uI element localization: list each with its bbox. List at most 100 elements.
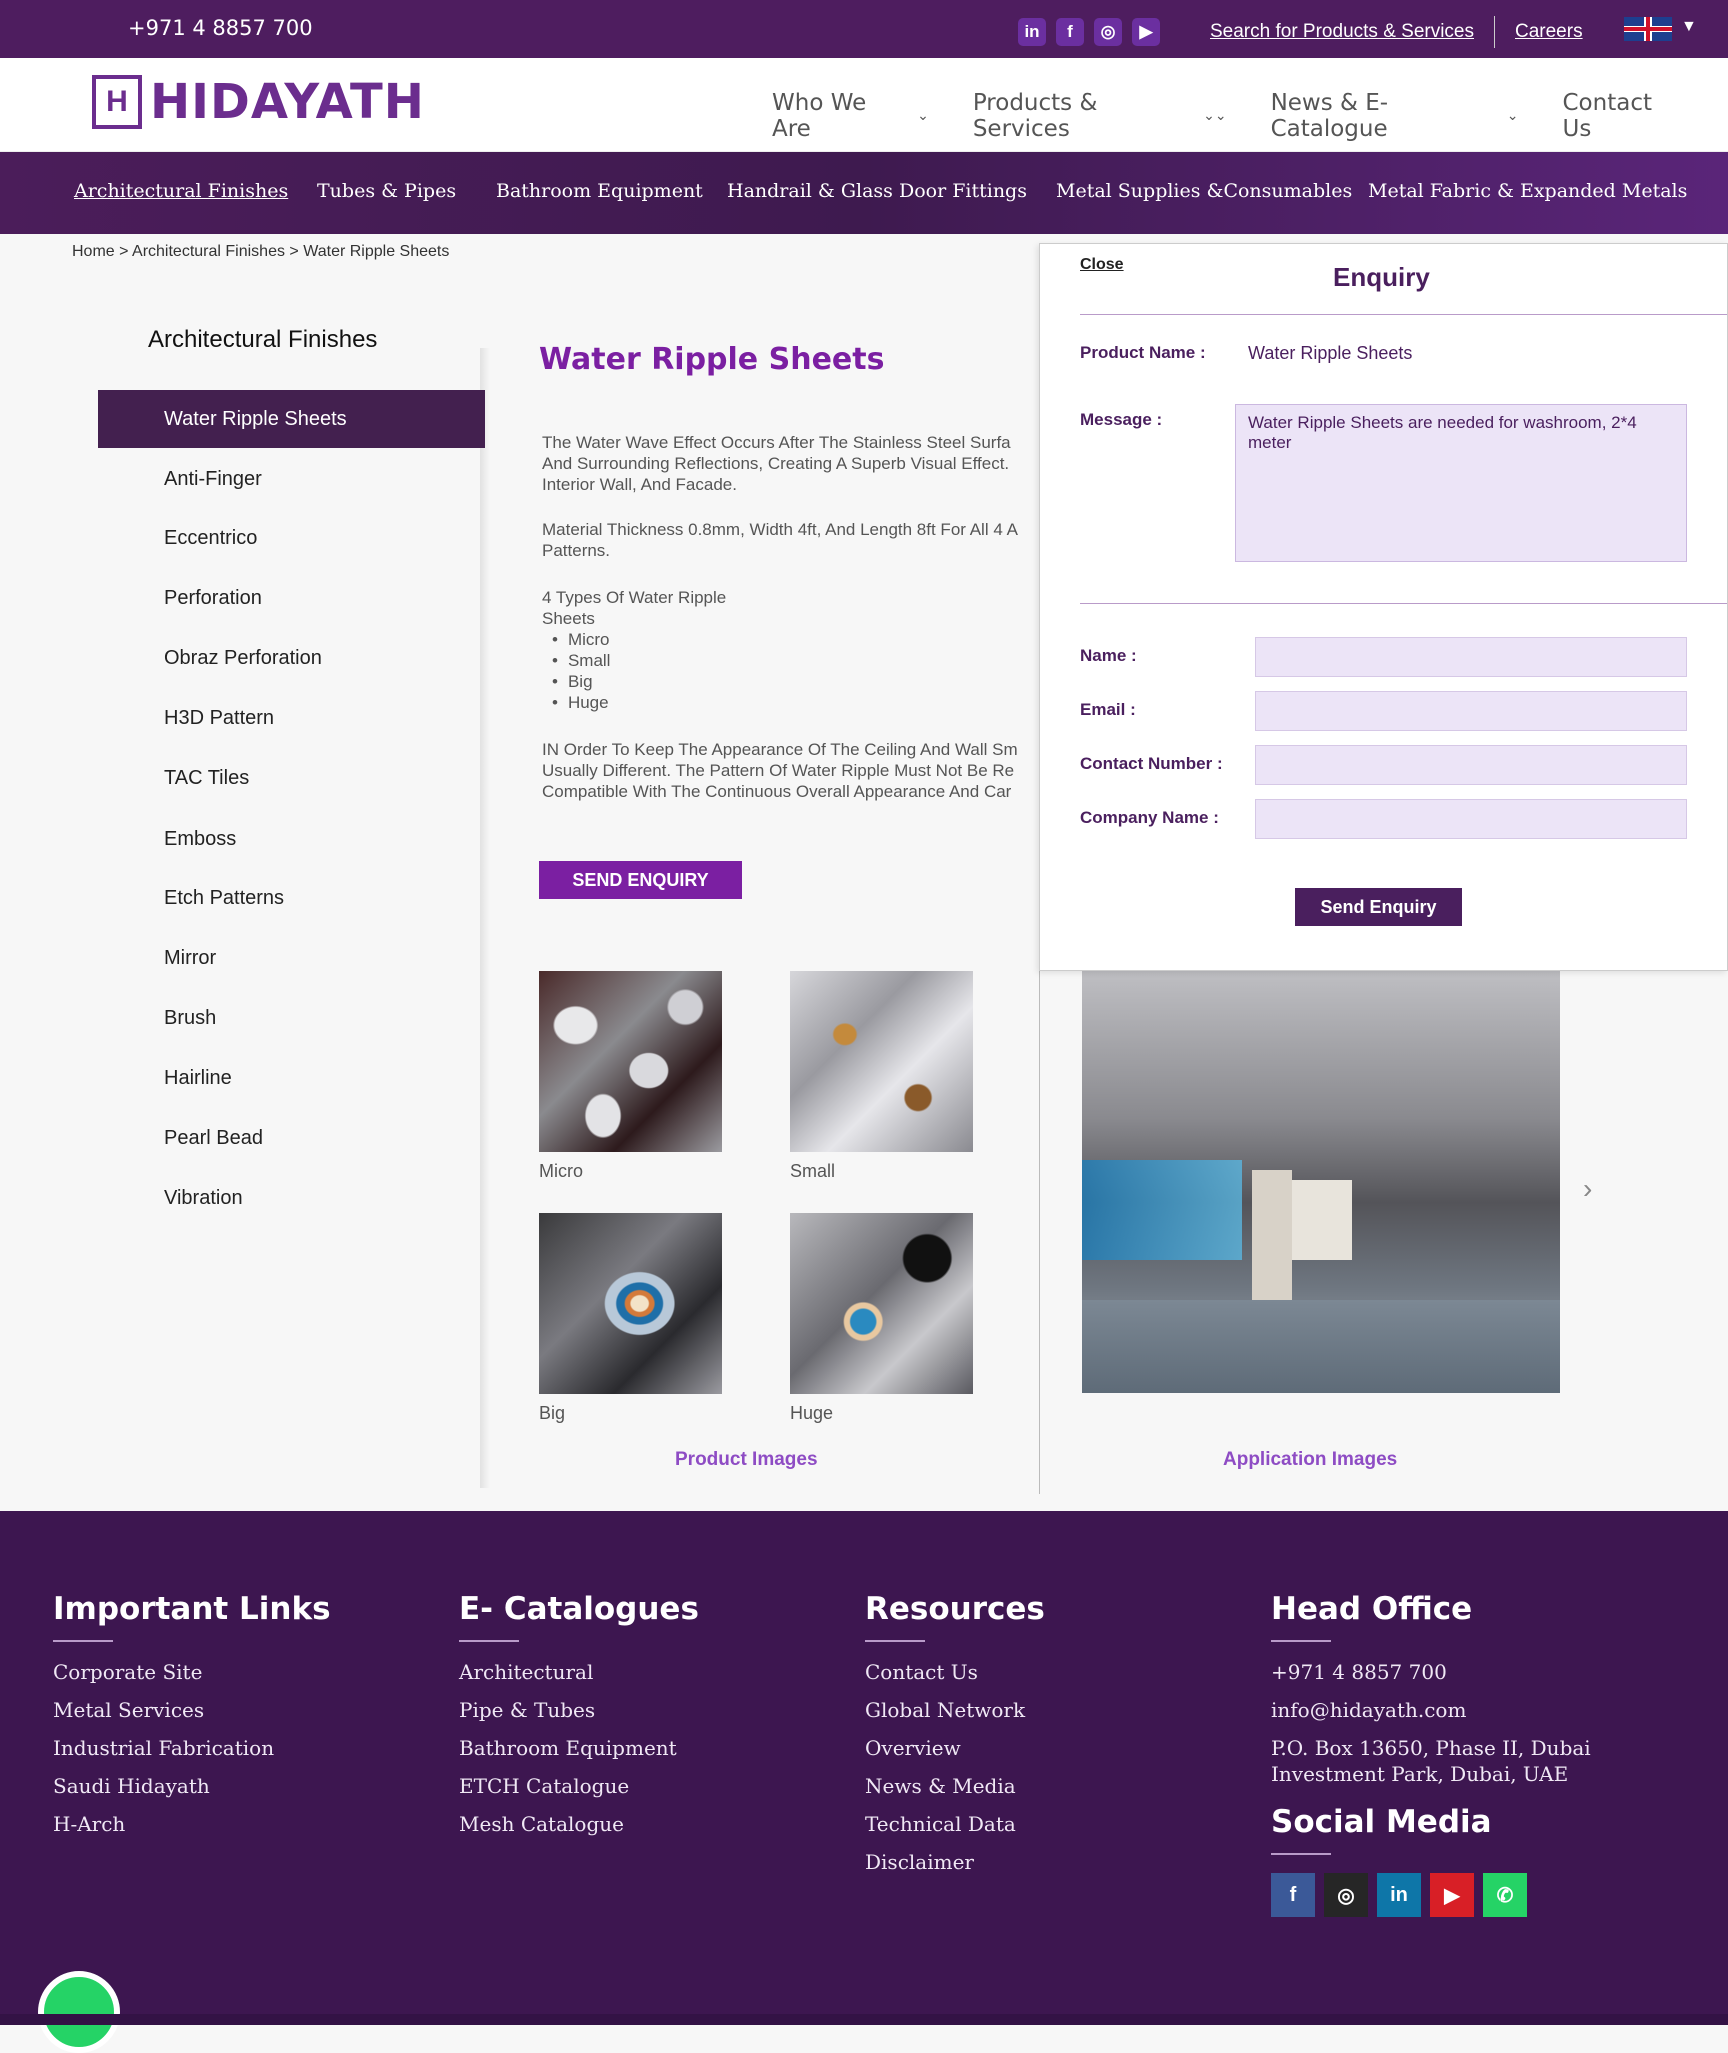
youtube-icon[interactable]: ▶ (1132, 18, 1160, 46)
send-enquiry-button[interactable]: SEND ENQUIRY (539, 861, 742, 899)
list-item: Huge (542, 692, 1040, 713)
linkedin-icon[interactable]: in (1377, 1873, 1421, 1917)
logo[interactable]: H HIDAYATH (92, 74, 425, 130)
instagram-icon[interactable]: ◎ (1094, 18, 1122, 46)
language-caret-icon[interactable]: ▼ (1681, 18, 1697, 36)
linkedin-icon[interactable]: in (1018, 18, 1046, 46)
desc-line: And Surrounding Reflections, Creating A … (542, 454, 1010, 473)
email-field[interactable] (1255, 691, 1687, 731)
company-name-field[interactable] (1255, 799, 1687, 839)
thumb-caption: Huge (790, 1403, 834, 1423)
office-address: P.O. Box 13650, Phase II, Dubai (1271, 1736, 1591, 1760)
nav-contact-us[interactable]: Contact Us (1563, 90, 1685, 142)
sidebar-item-pearl-bead[interactable]: Pearl Bead (98, 1109, 485, 1167)
top-phone[interactable]: +971 4 8857 700 (128, 16, 313, 40)
top-bar: +971 4 8857 700 in f ◎ ▶ Search for Prod… (0, 0, 1728, 58)
name-field[interactable] (1255, 637, 1687, 677)
office-phone[interactable]: +971 4 8857 700 (1271, 1660, 1591, 1684)
chevron-down-icon: ⌄ (917, 108, 929, 124)
footer-heading: E- Catalogues (459, 1591, 699, 1627)
list-item: Big (542, 671, 1040, 692)
facebook-icon[interactable]: f (1056, 18, 1084, 46)
sidebar-item-emboss[interactable]: Emboss (98, 810, 485, 868)
sidebar-item-eccentrico[interactable]: Eccentrico (98, 509, 485, 567)
message-textarea[interactable]: Water Ripple Sheets are needed for washr… (1235, 404, 1687, 562)
category-metal-fabric[interactable]: Metal Fabric & Expanded Metals (1368, 180, 1687, 202)
thumb-huge[interactable] (790, 1213, 973, 1394)
sidebar-item-vibration[interactable]: Vibration (98, 1169, 485, 1227)
product-name-label: Product Name : (1080, 343, 1206, 362)
sidebar-item-mirror[interactable]: Mirror (98, 929, 485, 987)
sidebar-item-tac-tiles[interactable]: TAC Tiles (98, 749, 485, 807)
whatsapp-float-icon[interactable] (38, 1971, 120, 2053)
sidebar-title: Architectural Finishes (148, 326, 378, 353)
instagram-icon[interactable]: ◎ (1324, 1873, 1368, 1917)
sidebar-item-perforation[interactable]: Perforation (98, 569, 485, 627)
category-architectural-finishes[interactable]: Architectural Finishes (74, 180, 288, 202)
contact-number-label: Contact Number : (1080, 754, 1223, 773)
send-enquiry-submit[interactable]: Send Enquiry (1295, 888, 1462, 926)
thumb-caption: Micro (539, 1161, 583, 1181)
chevron-down-icon: ⌄⌄ (1203, 108, 1227, 124)
footer-link[interactable]: Industrial Fabrication (53, 1736, 331, 1760)
thumb-caption: Big (539, 1403, 566, 1423)
footer-heading: Important Links (53, 1591, 331, 1627)
email-label: Email : (1080, 700, 1136, 719)
sidebar-item-anti-finger[interactable]: Anti-Finger (98, 450, 485, 508)
sidebar-item-water-ripple[interactable]: Water Ripple Sheets (98, 390, 485, 448)
footer-link[interactable]: Metal Services (53, 1698, 331, 1722)
careers-link[interactable]: Careers (1515, 21, 1583, 43)
footer-link[interactable]: Pipe & Tubes (459, 1698, 699, 1722)
category-metal-supplies[interactable]: Metal Supplies &Consumables (1056, 180, 1352, 202)
thumb-small[interactable] (790, 971, 973, 1152)
footer-link[interactable]: Technical Data (865, 1812, 1045, 1836)
whatsapp-icon[interactable]: ✆ (1483, 1873, 1527, 1917)
sidebar-item-obraz-perforation[interactable]: Obraz Perforation (98, 629, 485, 687)
footer-link[interactable]: Corporate Site (53, 1660, 331, 1684)
contact-number-field[interactable] (1255, 745, 1687, 785)
divider (1494, 16, 1495, 48)
youtube-icon[interactable]: ▶ (1430, 1873, 1474, 1917)
category-tubes-pipes[interactable]: Tubes & Pipes (317, 180, 456, 202)
footer-link[interactable]: Saudi Hidayath (53, 1774, 331, 1798)
uk-flag-icon[interactable] (1624, 17, 1672, 41)
footer-head-office: Head Office +971 4 8857 700 info@hidayat… (1271, 1591, 1591, 1917)
category-bathroom-equipment[interactable]: Bathroom Equipment (496, 180, 703, 202)
footer-link[interactable]: Overview (865, 1736, 1045, 1760)
search-products-link[interactable]: Search for Products & Services (1210, 21, 1474, 43)
thumb-big[interactable] (539, 1213, 722, 1394)
footer-link[interactable]: News & Media (865, 1774, 1045, 1798)
office-email[interactable]: info@hidayath.com (1271, 1698, 1591, 1722)
application-image[interactable] (1082, 970, 1560, 1393)
footer-link[interactable]: Mesh Catalogue (459, 1812, 699, 1836)
footer-link[interactable]: Bathroom Equipment (459, 1736, 699, 1760)
carousel-next-icon[interactable]: › (1583, 1173, 1592, 1205)
category-handrail-glass[interactable]: Handrail & Glass Door Fittings (727, 180, 1027, 202)
sidebar-item-hairline[interactable]: Hairline (98, 1049, 485, 1107)
nav-products-services[interactable]: Products & Services ⌄⌄ (973, 90, 1227, 142)
desc-line: Material Thickness 0.8mm, Width 4ft, And… (542, 520, 1018, 539)
close-button[interactable]: Close (1080, 256, 1124, 274)
footer-link[interactable]: H-Arch (53, 1812, 331, 1836)
nav-who-we-are[interactable]: Who We Are ⌄ (772, 90, 929, 142)
breadcrumb[interactable]: Home > Architectural Finishes > Water Ri… (72, 243, 449, 261)
footer-link[interactable]: Architectural (459, 1660, 699, 1684)
footer-link[interactable]: Contact Us (865, 1660, 1045, 1684)
facebook-icon[interactable]: f (1271, 1873, 1315, 1917)
footer-link[interactable]: Disclaimer (865, 1850, 1045, 1874)
sidebar-item-h3d-pattern[interactable]: H3D Pattern (98, 689, 485, 747)
footer-heading: Resources (865, 1591, 1045, 1627)
product-title: Water Ripple Sheets (539, 342, 885, 377)
nav-label: Products & Services (972, 90, 1098, 142)
nav-news-catalogue[interactable]: News & E-Catalogue ⌄ (1271, 90, 1519, 142)
footer-resources: Resources Contact Us Global Network Over… (865, 1591, 1045, 1888)
footer-link[interactable]: ETCH Catalogue (459, 1774, 699, 1798)
main-header: H HIDAYATH Who We Are ⌄ Products & Servic… (0, 58, 1728, 152)
thumb-micro[interactable] (539, 971, 722, 1152)
enquiry-title: Enquiry (1333, 262, 1430, 292)
sidebar-item-brush[interactable]: Brush (98, 989, 485, 1047)
sidebar-item-etch-patterns[interactable]: Etch Patterns (98, 869, 485, 927)
logo-text: HIDAYATH (150, 74, 425, 130)
footer-link[interactable]: Global Network (865, 1698, 1045, 1722)
footer-heading: Social Media (1271, 1804, 1492, 1840)
